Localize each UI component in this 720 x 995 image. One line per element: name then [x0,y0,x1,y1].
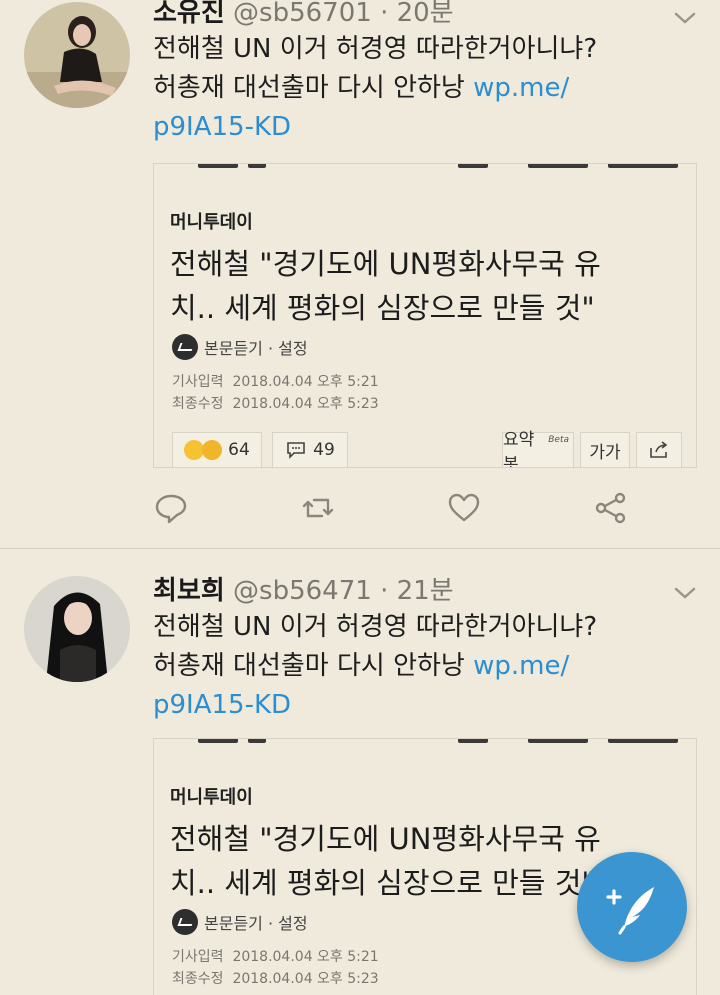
sad-emoji-icon [202,440,223,460]
tweet-text-line: 전해철 UN 이거 허경영 따라한거아니냐? [153,34,598,64]
audio-icon [172,909,198,935]
tweet-text-line: 전해철 UN 이거 허경영 따라한거아니냐? [153,612,598,642]
listen-label: 본문듣기 · 설정 [204,914,308,933]
article-actions-bar: 64 49 요약봇 Beta 가가 [172,430,682,467]
tweet-link-continued[interactable]: p9IA15-KD [153,108,633,147]
tweet-text-segment: 허총재 대선출마 다시 안하낭 [153,73,465,103]
article-source: 머니투데이 [170,787,253,808]
comments-button[interactable]: 49 [272,432,348,467]
meta-label: 기사입력 [172,949,224,965]
meta-value: 2018.04.04 오후 5:21 [232,949,379,965]
article-input-time: 기사입력 2018.04.04 오후 5:21 [172,371,379,393]
display-name[interactable]: 소유진 [153,0,225,28]
link-preview-card[interactable]: 머니투데이 전해철 "경기도에 UN평화사무국 유 치.. 세계 평화의 심장으… [153,163,697,468]
listen-settings[interactable]: 본문듣기 · 설정 [172,334,308,360]
tweet-header: 최보희 @sb56471 · 21분 [153,574,454,608]
tweet-text-line: 허총재 대선출마 다시 안하낭 wp.me/ [153,69,633,108]
timestamp: 21분 [396,576,454,606]
tweet-text: 전해철 UN 이거 허경영 따라한거아니냐? 허총재 대선출마 다시 안하낭 w… [153,30,633,147]
reply-icon[interactable] [153,490,189,526]
article-share-button[interactable] [636,432,682,467]
tweet[interactable]: 소유진 @sb56701 · 20분 전해철 UN 이거 허경영 따라한거아니냐… [0,0,720,548]
tweet-text: 전해철 UN 이거 허경영 따라한거아니냐? 허총재 대선출마 다시 안하낭 w… [153,608,633,725]
tweet-text-line: 허총재 대선출마 다시 안하낭 wp.me/ [153,647,633,686]
share-icon[interactable] [593,490,629,526]
article-edit-time: 최종수정 2018.04.04 오후 5:23 [172,968,379,990]
avatar[interactable] [24,2,130,108]
compose-button[interactable] [577,852,687,962]
tweet-text-segment: 허총재 대선출마 다시 안하낭 [153,651,465,681]
headline-line: 전해철 "경기도에 UN평화사무국 유 [170,247,601,281]
tweet-actions [153,490,633,530]
chevron-down-icon[interactable] [672,583,698,603]
font-size-button[interactable]: 가가 [580,432,630,467]
summary-label: 요약봇 [503,430,535,468]
avatar[interactable] [24,576,130,682]
meta-value: 2018.04.04 오후 5:21 [232,374,379,390]
meta-label: 최종수정 [172,396,224,412]
tweet-link[interactable]: wp.me/ [473,651,569,681]
beta-badge: Beta [548,435,569,445]
user-handle[interactable]: @sb56701 [233,0,372,28]
reactions-button[interactable]: 64 [172,432,262,467]
listen-settings[interactable]: 본문듣기 · 설정 [172,909,308,935]
comment-bubble-icon [287,442,305,459]
separator: · [380,576,389,606]
tweet-header: 소유진 @sb56701 · 20분 [153,0,454,30]
audio-icon [172,334,198,360]
tweet-link-continued[interactable]: p9IA15-KD [153,686,633,725]
heart-icon[interactable] [446,490,482,526]
article-headline: 전해철 "경기도에 UN평화사무국 유 치.. 세계 평화의 심장으로 만들 것… [170,242,670,330]
font-size-label: 가가 [589,442,621,463]
meta-value: 2018.04.04 오후 5:23 [232,396,379,412]
retweet-icon[interactable] [300,490,336,526]
smile-emoji-icon [184,440,205,460]
comments-count: 49 [313,440,335,460]
reactions-count: 64 [228,440,250,460]
separator: · [380,0,389,28]
cropped-status-bar [168,164,682,170]
meta-value: 2018.04.04 오후 5:23 [232,971,379,987]
article-source: 머니투데이 [170,212,253,233]
chevron-down-icon[interactable] [672,8,698,28]
headline-line: 치.. 세계 평화의 심장으로 만들 것" [170,291,595,325]
meta-label: 최종수정 [172,971,224,987]
compose-quill-icon [606,887,654,935]
article-input-time: 기사입력 2018.04.04 오후 5:21 [172,946,379,968]
share-arrow-icon [650,441,668,458]
display-name[interactable]: 최보희 [153,576,225,606]
tweet-link[interactable]: wp.me/ [473,73,569,103]
headline-line: 전해철 "경기도에 UN평화사무국 유 [170,822,601,856]
summary-bot-button[interactable]: 요약봇 Beta [502,430,574,467]
cropped-status-bar [168,739,682,745]
user-handle[interactable]: @sb56471 [233,576,372,606]
timestamp: 20분 [396,0,454,28]
article-edit-time: 최종수정 2018.04.04 오후 5:23 [172,393,379,415]
meta-label: 기사입력 [172,374,224,390]
listen-label: 본문듣기 · 설정 [204,339,308,358]
